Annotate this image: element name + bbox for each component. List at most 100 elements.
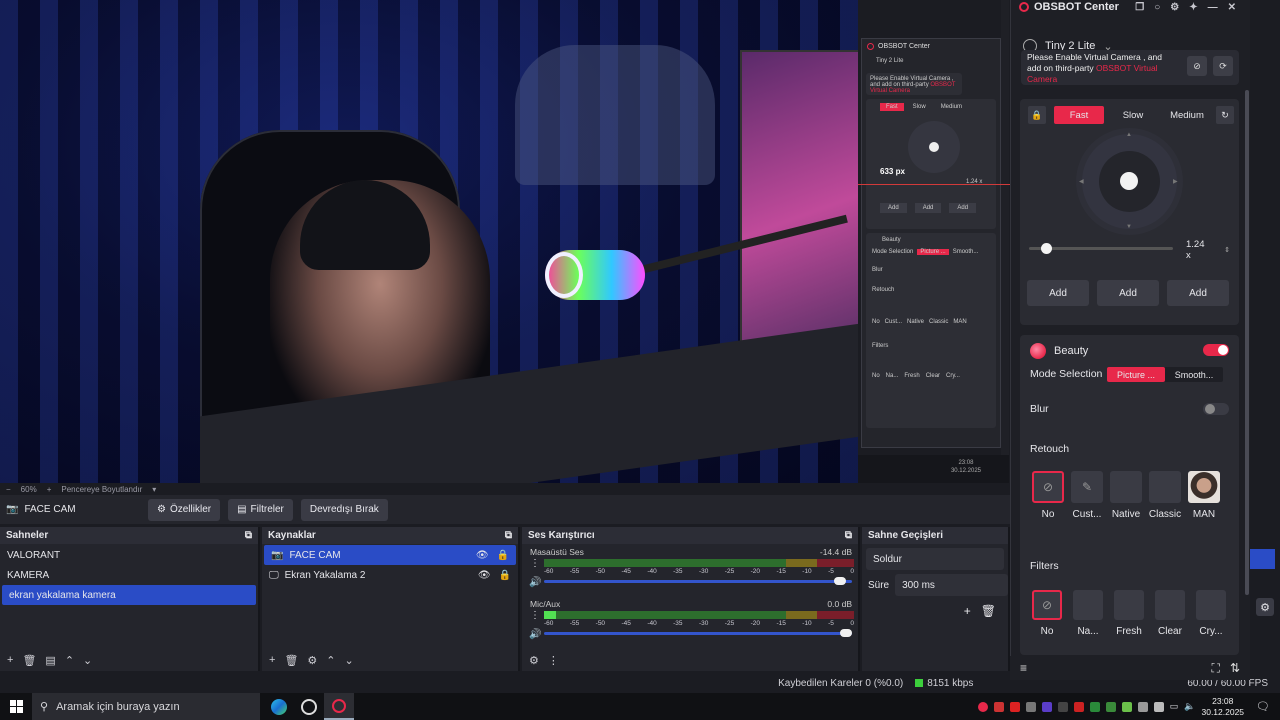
volume-slider[interactable] — [544, 577, 852, 585]
taskbar-clock[interactable]: 23:08 30.12.2025 — [1201, 696, 1244, 718]
eye-icon[interactable]: 👁 — [476, 550, 489, 561]
tray-app-icon[interactable] — [1153, 701, 1164, 712]
beauty-toggle[interactable] — [1203, 344, 1229, 356]
dock-undock-icon[interactable]: ⧉ — [505, 530, 512, 541]
properties-button[interactable]: ⚙ Özellikler — [148, 498, 221, 521]
gear-icon[interactable]: ⚙ — [307, 654, 317, 667]
volume-slider[interactable] — [544, 629, 852, 637]
dock-undock-icon[interactable]: ⧉ — [845, 530, 852, 541]
zoom-slider[interactable] — [1029, 243, 1173, 254]
stepper-icon[interactable]: ⇕ — [1224, 246, 1230, 254]
zoom-out-button[interactable]: − — [6, 485, 11, 494]
volume-knob[interactable] — [840, 629, 852, 637]
duration-field[interactable]: 300 ms — [895, 574, 1008, 596]
virtual-camera-button[interactable]: ⟳ — [1213, 56, 1233, 76]
retouch-custom[interactable]: ✎ Cust... — [1071, 471, 1103, 520]
retouch-man[interactable]: MAN — [1188, 471, 1220, 520]
lock-icon[interactable]: 🔒 — [1028, 106, 1046, 124]
tray-app-icon[interactable] — [1105, 701, 1116, 712]
filter-crystal[interactable]: Cry... — [1196, 590, 1226, 637]
tray-app-icon[interactable] — [977, 701, 988, 712]
transition-type-select[interactable]: Soldur — [866, 548, 1004, 570]
volume-icon[interactable]: 🔈 — [1184, 701, 1195, 712]
more-vertical-icon[interactable]: ⋮ — [530, 610, 540, 621]
notification-icon[interactable]: 🗨 — [1256, 700, 1270, 713]
add-icon[interactable]: + — [269, 654, 275, 666]
add-icon[interactable]: + — [964, 604, 971, 618]
menu-icon[interactable]: ≡ — [1020, 661, 1027, 675]
chevron-down-icon[interactable]: ⌄ — [345, 654, 354, 667]
mode-picture-button[interactable]: Picture ... — [1107, 367, 1165, 382]
trash-icon[interactable]: 🗑 — [981, 604, 996, 618]
speaker-icon[interactable]: 🔊 — [529, 629, 541, 640]
zoom-slider-knob[interactable] — [1040, 243, 1052, 254]
add-icon[interactable]: + — [7, 654, 13, 666]
volume-knob[interactable] — [833, 577, 846, 585]
preset-add-button[interactable]: Add — [1167, 280, 1229, 306]
chevron-up-icon[interactable]: ⌃ — [326, 654, 335, 667]
joystick-handle[interactable] — [1120, 172, 1138, 190]
adjust-icon[interactable]: ⇅ — [1230, 661, 1240, 676]
tray-app-icon[interactable] — [1041, 701, 1052, 712]
filter-clear[interactable]: Clear — [1155, 590, 1185, 637]
pin-icon[interactable]: ✦ — [1189, 2, 1197, 13]
gear-icon[interactable]: ⚙ — [1256, 598, 1274, 616]
source-item[interactable]: 🖵 Ekran Yakalama 2 👁 🔒 — [262, 565, 518, 585]
filter-icon[interactable]: ▤ — [45, 654, 55, 667]
speaker-icon[interactable]: 🔊 — [529, 577, 541, 588]
camera-off-button[interactable]: ⊘ — [1187, 56, 1207, 76]
chevron-up-icon[interactable]: ⌃ — [65, 654, 74, 667]
tray-app-icon[interactable] — [1121, 701, 1132, 712]
scene-item-selected[interactable]: ekran yakalama kamera — [2, 585, 256, 605]
obsbot-app[interactable] — [324, 693, 354, 720]
zoom-spinbox[interactable]: 1.24 x ⇕ — [1180, 239, 1230, 261]
retouch-no[interactable]: ⊘ No — [1032, 471, 1064, 520]
tray-app-icon[interactable] — [1073, 701, 1084, 712]
preset-add-button[interactable]: Add — [1027, 280, 1089, 306]
settings-icon[interactable]: ⚙ — [1170, 2, 1179, 13]
eye-icon[interactable]: 👁 — [478, 570, 491, 581]
dock-undock-icon[interactable]: ⧉ — [245, 530, 252, 541]
obs-app[interactable] — [294, 693, 324, 720]
reset-icon[interactable]: ↻ — [1216, 106, 1234, 124]
scene-item[interactable]: VALORANT — [0, 545, 258, 565]
tray-app-icon[interactable] — [1009, 701, 1020, 712]
record-icon[interactable]: ○ — [1154, 2, 1160, 13]
speed-slow-button[interactable]: Slow — [1108, 106, 1158, 124]
tray-app-icon[interactable] — [1089, 701, 1100, 712]
close-icon[interactable]: ✕ — [1228, 2, 1236, 13]
lock-icon[interactable]: 🔒 — [497, 550, 509, 561]
more-vertical-icon[interactable]: ⋮ — [530, 558, 540, 569]
tray-app-icon[interactable] — [1137, 701, 1148, 712]
trash-icon[interactable]: 🗑 — [284, 654, 298, 667]
zoom-in-button[interactable]: + — [47, 485, 52, 494]
screenshot-icon[interactable]: ⛶ — [1212, 661, 1220, 676]
speed-fast-button[interactable]: Fast — [1054, 106, 1104, 124]
source-item-selected[interactable]: 📷 FACE CAM 👁 🔒 — [264, 545, 516, 565]
tray-app-icon[interactable] — [1057, 701, 1068, 712]
chevron-down-icon[interactable]: ▾ — [152, 485, 156, 494]
retouch-native[interactable]: Native — [1110, 471, 1142, 520]
more-vertical-icon[interactable]: ⋮ — [548, 654, 559, 667]
trash-icon[interactable]: 🗑 — [22, 654, 36, 667]
mixer-settings-icon[interactable]: ⚙ — [529, 654, 539, 667]
taskbar-search[interactable]: ⚲ Aramak için buraya yazın — [32, 693, 260, 720]
minimize-icon[interactable]: — — [1208, 2, 1218, 13]
filter-no[interactable]: ⊘ No — [1032, 590, 1062, 637]
speed-medium-button[interactable]: Medium — [1162, 106, 1212, 124]
preset-add-button[interactable]: Add — [1097, 280, 1159, 306]
deactivate-button[interactable]: Devredışı Bırak — [300, 498, 388, 521]
window-mode-icon[interactable]: ❐ — [1135, 2, 1144, 13]
gimbal-joystick[interactable]: ▲ ▼ ◀ ▶ — [1079, 132, 1178, 230]
obsbot-scrollbar[interactable] — [1245, 90, 1249, 595]
windows-start-icon[interactable] — [10, 700, 23, 713]
filters-button[interactable]: ▤ Filtreler — [228, 498, 293, 521]
edge-app[interactable] — [264, 693, 294, 720]
blur-toggle[interactable] — [1203, 403, 1229, 415]
fit-window-label[interactable]: Pencereye Boyutlandır — [61, 485, 142, 494]
chevron-down-icon[interactable]: ⌄ — [83, 654, 92, 667]
filter-fresh[interactable]: Fresh — [1114, 590, 1144, 637]
lock-icon[interactable]: 🔒 — [499, 570, 511, 581]
stream-control-button[interactable] — [1250, 549, 1275, 569]
retouch-classic[interactable]: Classic — [1149, 471, 1181, 520]
